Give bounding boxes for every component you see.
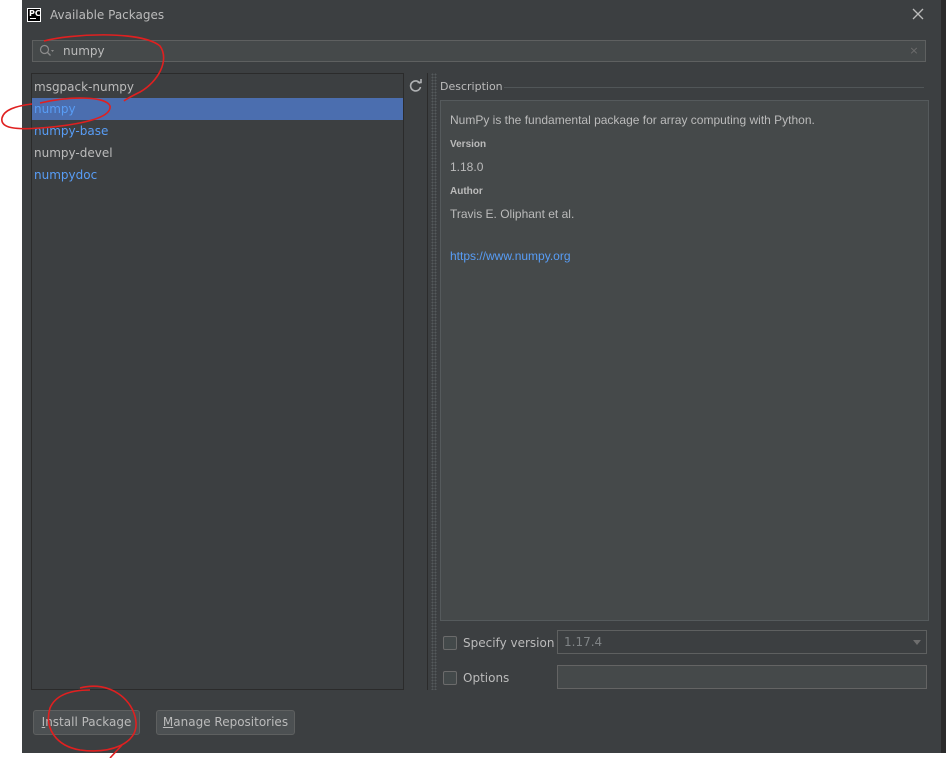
version-select[interactable]: 1.17.4 [557,630,927,654]
options-input[interactable] [557,665,927,689]
package-name: numpy-devel [34,146,113,160]
author-heading: Author [450,186,483,197]
author-value: Travis E. Oliphant et al. [450,207,575,221]
close-button[interactable] [910,6,926,22]
logo-underline [30,18,36,19]
refresh-icon[interactable] [408,78,423,93]
package-name: numpy [34,102,76,116]
manage-label: anage Repositories [173,715,289,729]
close-icon [912,8,924,20]
description-panel: NumPy is the fundamental package for arr… [440,100,929,621]
package-item-numpy[interactable]: numpy [32,98,403,120]
title-bar: PC Available Packages [22,0,941,32]
version-select-value: 1.17.4 [564,635,603,649]
specify-version-checkbox[interactable] [443,636,457,650]
package-list[interactable]: msgpack-numpy numpy numpy-base numpy-dev… [31,73,404,690]
install-package-button[interactable]: Install Package [33,710,140,735]
package-summary: NumPy is the fundamental package for arr… [450,113,815,127]
options-checkbox[interactable] [443,671,457,685]
dialog-title: Available Packages [50,8,165,22]
package-item-numpy-devel[interactable]: numpy-devel [32,142,403,164]
package-item-numpydoc[interactable]: numpydoc [32,164,403,186]
pycharm-logo-icon: PC [27,8,41,22]
homepage-link[interactable]: https://www.numpy.org [450,249,571,263]
search-field[interactable]: × [32,40,926,62]
package-name: numpydoc [34,168,98,182]
description-separator [504,87,924,88]
panel-splitter[interactable] [431,73,437,690]
list-toolbar [404,73,428,690]
specify-version-label[interactable]: Specify version [463,636,554,650]
description-label: Description [440,80,503,93]
install-label: nstall Package [45,715,132,729]
search-input[interactable] [63,42,903,60]
version-value: 1.18.0 [450,160,484,174]
package-item-numpy-base[interactable]: numpy-base [32,120,403,142]
manage-repositories-button[interactable]: Manage Repositories [156,710,295,735]
manage-mnemonic: M [162,715,174,729]
available-packages-dialog: PC Available Packages × msgpack-numpy nu… [22,0,946,753]
logo-text: PC [29,9,41,18]
chevron-down-icon [913,640,921,645]
background-window-edge [941,0,946,753]
version-heading: Version [450,139,487,150]
package-item-msgpack-numpy[interactable]: msgpack-numpy [32,76,403,98]
package-name: numpy-base [34,124,109,138]
options-label[interactable]: Options [463,671,509,685]
clear-search-icon[interactable]: × [908,44,920,58]
package-name: msgpack-numpy [34,80,135,94]
search-icon [39,44,54,56]
